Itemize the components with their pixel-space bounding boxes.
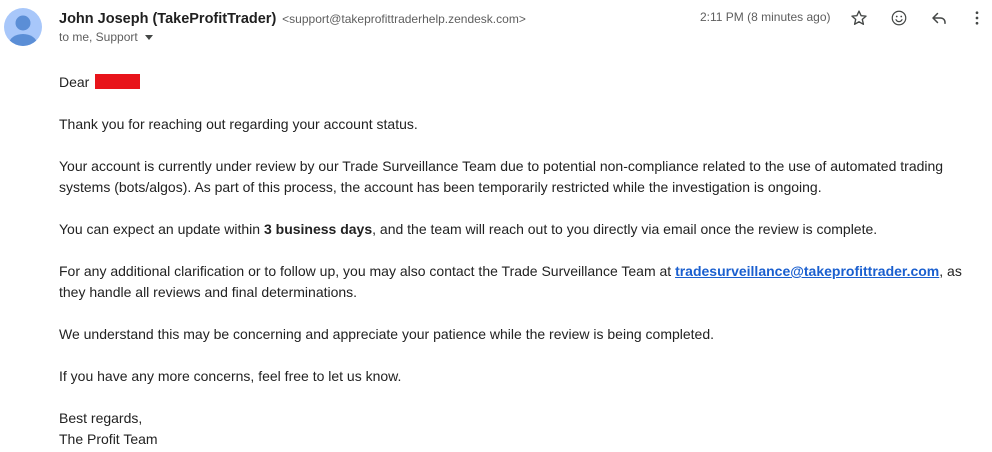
- paragraph-4: For any additional clarification or to f…: [59, 261, 989, 303]
- signature: The Profit Team: [59, 431, 158, 447]
- recipients-label: to me, Support: [59, 30, 138, 44]
- more-vert-icon[interactable]: [966, 7, 988, 29]
- timestamp: 2:11 PM (8 minutes ago): [700, 10, 831, 24]
- greeting: Dear: [59, 72, 989, 93]
- sender-email: <support@takeprofittraderhelp.zendesk.co…: [282, 12, 526, 26]
- paragraph-6: If you have any more concerns, feel free…: [59, 368, 402, 384]
- paragraph-3-end: , and the team will reach out to you dir…: [372, 221, 878, 237]
- greeting-text: Dear: [59, 74, 90, 90]
- sender-name[interactable]: John Joseph (TakeProfitTrader): [59, 11, 276, 27]
- chevron-down-icon: [144, 35, 153, 40]
- paragraph-3-start: You can expect an update within: [59, 221, 264, 237]
- paragraph-3: You can expect an update within 3 busine…: [59, 219, 989, 240]
- reply-icon[interactable]: [928, 7, 950, 29]
- sender-avatar[interactable]: [4, 8, 42, 46]
- sender-line: John Joseph (TakeProfitTrader) <support@…: [59, 9, 526, 28]
- business-days-emphasis: 3 business days: [263, 221, 373, 237]
- signature-block: Best regards, The Profit Team: [59, 408, 989, 450]
- paragraph-1: Thank you for reaching out regarding you…: [59, 116, 418, 132]
- recipients-dropdown[interactable]: to me, Support: [59, 30, 153, 44]
- paragraph-4-start: For any additional clarification or to f…: [59, 263, 676, 279]
- closing: Best regards,: [59, 410, 143, 426]
- surveillance-email-link[interactable]: tradesurveillance@takeprofittrader.com: [675, 263, 939, 279]
- paragraph-2: Your account is currently under review b…: [59, 158, 944, 195]
- person-icon: [9, 15, 37, 46]
- paragraph-5: We understand this may be concerning and…: [59, 326, 715, 342]
- message-body: Dear Thank you for reaching out regardin…: [59, 72, 989, 450]
- emoji-icon[interactable]: [888, 7, 910, 29]
- star-icon[interactable]: [848, 7, 870, 29]
- redacted-name: [95, 74, 141, 89]
